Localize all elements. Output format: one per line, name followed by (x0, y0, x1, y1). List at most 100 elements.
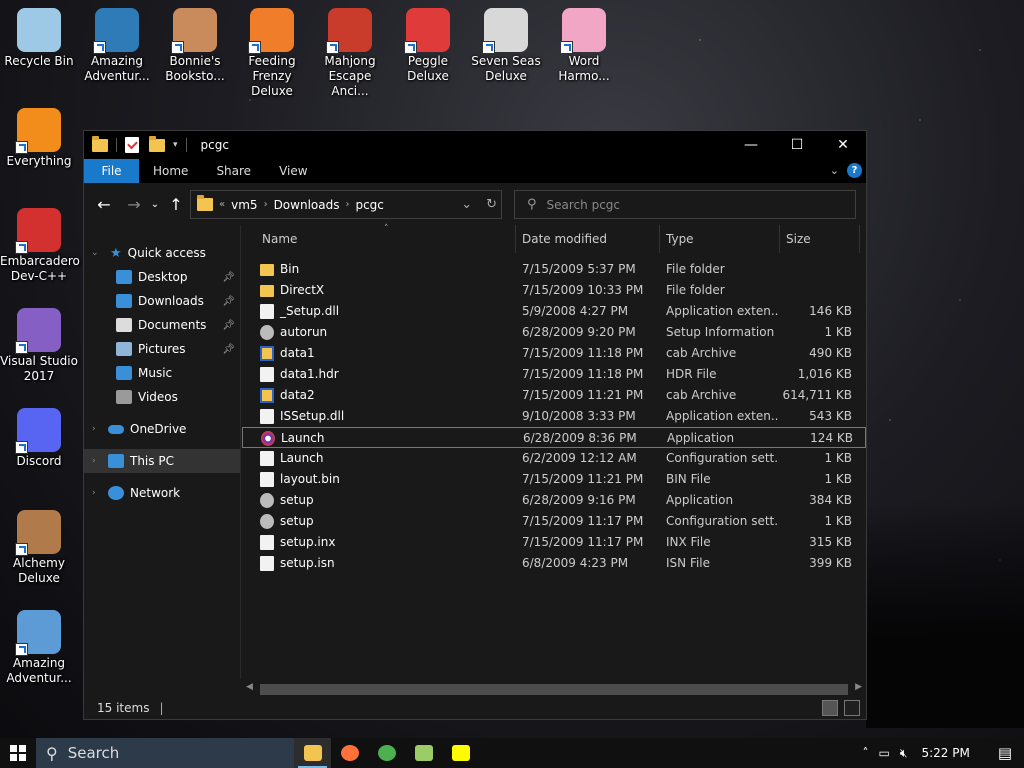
file-row[interactable]: data1.hdr 7/15/2009 11:18 PM HDR File 1,016… (242, 364, 866, 385)
file-row[interactable]: DirectX 7/15/2009 10:33 PM File folder (242, 280, 866, 301)
chevron-right-icon[interactable]: › (345, 199, 349, 210)
file-row[interactable]: setup.isn 6/8/2009 4:23 PM ISN File 399 KB (242, 553, 866, 574)
minimize-button[interactable]: — (728, 131, 774, 159)
scroll-left-icon[interactable]: ◀ (246, 682, 253, 692)
desktop-icon[interactable]: Bonnie's Booksto... (156, 8, 234, 84)
taskbar-app-file-explorer[interactable] (294, 738, 331, 768)
network-icon[interactable]: ▭ (879, 746, 890, 760)
column-type[interactable]: Type (660, 225, 780, 253)
scroll-right-icon[interactable]: ▶ (855, 682, 862, 692)
nav-item-documents[interactable]: Documents 📌︎ (84, 313, 240, 337)
file-row[interactable]: ISSetup.dll 9/10/2008 3:33 PM Application … (242, 406, 866, 427)
address-dropdown-icon[interactable]: ⌄ (461, 197, 472, 212)
nav-item-downloads[interactable]: Downloads 📌︎ (84, 289, 240, 313)
nav-this-pc[interactable]: › This PC (84, 449, 240, 473)
details-view-button[interactable] (822, 700, 838, 716)
expand-ribbon-icon[interactable]: ⌄ (830, 164, 839, 177)
nav-item-videos[interactable]: Videos (84, 385, 240, 409)
nav-item-music[interactable]: Music (84, 361, 240, 385)
clock[interactable]: 5:22 PM (921, 746, 969, 760)
taskbar-app-notepad-plus[interactable] (405, 738, 442, 768)
desktop-icon[interactable]: Embarcadero Dev-C++ (0, 208, 80, 284)
file-name-cell: data1.hdr (260, 364, 510, 385)
desktop-icon[interactable]: Visual Studio 2017 (0, 308, 78, 384)
desktop-icon[interactable]: Word Harmo... (545, 8, 623, 84)
forward-button[interactable]: → (122, 192, 146, 216)
close-button[interactable]: ✕ (820, 131, 866, 159)
desktop-icon[interactable]: Alchemy Deluxe (0, 510, 78, 586)
volume-muted-icon[interactable]: 🔇︎ (900, 746, 908, 761)
properties-icon[interactable] (125, 137, 139, 153)
desktop-icon[interactable]: Seven Seas Deluxe (467, 8, 545, 84)
desktop-icon[interactable]: Everything (0, 108, 78, 169)
file-type: cab Archive (666, 346, 737, 360)
cab-icon (260, 346, 274, 361)
window-controls: — ☐ ✕ (728, 131, 866, 159)
breadcrumb-pcgc[interactable]: pcgc (355, 198, 383, 212)
nav-quick-access[interactable]: ⌄ ★ Quick access (84, 241, 240, 265)
file-name-cell: setup.isn (260, 553, 510, 574)
up-button[interactable]: ↑ (164, 192, 188, 216)
tab-view[interactable]: View (265, 159, 321, 183)
file-row[interactable]: Launch 6/28/2009 8:36 PM Application 124 KB (242, 427, 866, 448)
desktop-icon[interactable]: Feeding Frenzy Deluxe (233, 8, 311, 99)
desktop-icon[interactable]: Recycle Bin (0, 8, 78, 69)
overflow-chevron-icon[interactable]: « (219, 199, 225, 210)
nav-onedrive[interactable]: › OneDrive (84, 417, 240, 441)
taskbar-search[interactable]: ⚲ Search (36, 738, 294, 768)
new-folder-icon[interactable] (149, 135, 165, 152)
taskbar-app-chrome[interactable] (368, 738, 405, 768)
wallpaper-horizon (866, 500, 1024, 728)
taskbar-app-firefox[interactable] (331, 738, 368, 768)
tab-home[interactable]: Home (139, 159, 202, 183)
notifications-icon[interactable]: ▤ (998, 744, 1012, 762)
file-row[interactable]: Launch 6/2/2009 12:12 AM Configuration set… (242, 448, 866, 469)
expand-chevron-icon[interactable]: › (92, 424, 96, 434)
address-bar[interactable]: « vm5 › Downloads › pcgc ⌄ ↻ (190, 190, 502, 219)
file-row[interactable]: data1 7/15/2009 11:18 PM cab Archive 490 KB (242, 343, 866, 364)
doc-icon (260, 535, 274, 550)
chevron-right-icon[interactable]: › (264, 199, 268, 210)
customize-toolbar-icon[interactable]: ▾ (173, 140, 178, 150)
scrollbar-thumb[interactable] (260, 684, 848, 695)
expand-chevron-icon[interactable]: › (92, 488, 96, 498)
back-button[interactable]: ← (92, 192, 116, 216)
maximize-button[interactable]: ☐ (774, 131, 820, 159)
column-size[interactable]: Size (780, 225, 860, 253)
app-icon (15, 610, 61, 656)
desktop-icon[interactable]: Amazing Adventur... (0, 610, 78, 686)
expand-chevron-icon[interactable]: › (92, 456, 96, 466)
start-button[interactable] (0, 738, 36, 768)
nav-item-desktop[interactable]: Desktop 📌︎ (84, 265, 240, 289)
file-row[interactable]: setup.inx 7/15/2009 11:17 PM INX File 315 K… (242, 532, 866, 553)
help-icon[interactable]: ? (847, 163, 862, 178)
file-row[interactable]: setup 6/28/2009 9:16 PM Application 384 KB (242, 490, 866, 511)
recent-locations-button[interactable]: ⌄ (146, 192, 164, 216)
file-row[interactable]: setup 7/15/2009 11:17 PM Configuration set… (242, 511, 866, 532)
title-bar[interactable]: ▾ pcgc — ☐ ✕ (84, 131, 866, 159)
desktop-icon[interactable]: Amazing Adventur... (78, 8, 156, 84)
nav-network[interactable]: › Network (84, 481, 240, 505)
file-row[interactable]: Bin 7/15/2009 5:37 PM File folder (242, 259, 866, 280)
tab-file[interactable]: File (84, 159, 139, 183)
search-box[interactable]: ⚲ Search pcgc (514, 190, 856, 219)
collapse-chevron-icon[interactable]: ⌄ (91, 248, 99, 258)
file-row[interactable]: data2 7/15/2009 11:21 PM cab Archive 614,71… (242, 385, 866, 406)
breadcrumb-vm5[interactable]: vm5 (231, 198, 257, 212)
nav-item-pictures[interactable]: Pictures 📌︎ (84, 337, 240, 361)
horizontal-scrollbar[interactable]: ◀ ▶ (242, 681, 866, 698)
show-hidden-icons-icon[interactable]: ˄ (863, 746, 869, 760)
taskbar-app-snapchat[interactable] (442, 738, 479, 768)
desktop-icon[interactable]: Peggle Deluxe (389, 8, 467, 84)
tab-share[interactable]: Share (202, 159, 265, 183)
large-icons-view-button[interactable] (844, 700, 860, 716)
file-row[interactable]: _Setup.dll 5/9/2008 4:27 PM Application ex… (242, 301, 866, 322)
desktop-icon[interactable]: Mahjong Escape Anci... (311, 8, 389, 99)
refresh-icon[interactable]: ↻ (486, 197, 497, 212)
column-date[interactable]: Date modified (516, 225, 660, 253)
desktop-icon[interactable]: Discord (0, 408, 78, 469)
file-row[interactable]: layout.bin 7/15/2009 11:21 PM BIN File 1 KB (242, 469, 866, 490)
pin-icon: 📌︎ (222, 271, 235, 283)
file-row[interactable]: autorun 6/28/2009 9:20 PM Setup Informatio… (242, 322, 866, 343)
breadcrumb-downloads[interactable]: Downloads (274, 198, 340, 212)
